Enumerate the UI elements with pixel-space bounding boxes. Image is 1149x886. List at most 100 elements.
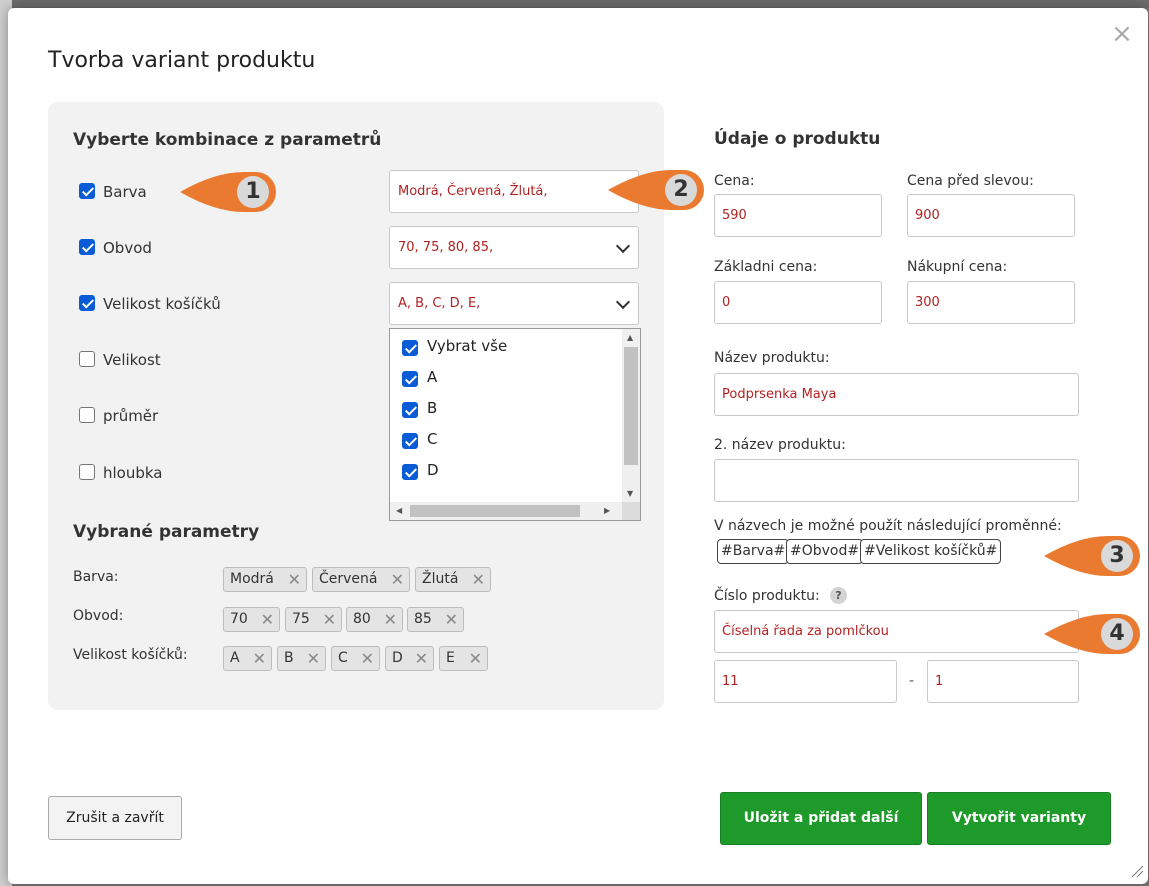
number-suffix-input[interactable]: 1 <box>927 660 1079 703</box>
product-name-label: Název produktu: <box>714 350 830 366</box>
variable-barva[interactable]: #Barva# <box>717 539 790 564</box>
tag-b: B ✕ <box>277 646 326 671</box>
remove-icon[interactable]: ✕ <box>323 608 336 631</box>
product-name2-input[interactable] <box>714 459 1079 502</box>
param-row-hloubka: hloubka <box>79 464 163 484</box>
scroll-right-icon[interactable]: ▶ <box>604 506 610 515</box>
checkbox-barva[interactable] <box>79 183 95 199</box>
marker-number: 2 <box>665 174 697 206</box>
tag-label: 70 <box>230 611 248 627</box>
scroll-thumb[interactable] <box>624 347 638 465</box>
number-separator: - <box>909 673 915 689</box>
tag-label: A <box>230 650 240 666</box>
create-variants-button[interactable]: Vytvořit varianty <box>927 792 1111 845</box>
param-label: hloubka <box>103 464 163 482</box>
checkbox-obvod[interactable] <box>79 239 95 255</box>
scrollbar-corner <box>622 502 640 520</box>
param-row-prumer: průměr <box>79 407 158 427</box>
tag-label: D <box>392 650 403 666</box>
param-row-barva: Barva <box>79 183 147 203</box>
select-value: 70, 75, 80, 85, <box>398 240 494 255</box>
checkbox[interactable] <box>402 371 418 387</box>
tag-zluta: Žlutá ✕ <box>415 567 491 592</box>
marker-number: 4 <box>1101 618 1133 650</box>
tag-c: C ✕ <box>331 646 380 671</box>
tag-label: Červená <box>319 571 378 587</box>
remove-icon[interactable]: ✕ <box>384 608 397 631</box>
save-add-button[interactable]: Uložit a přidat další <box>720 792 922 845</box>
resize-grip-icon[interactable] <box>1130 864 1144 878</box>
scroll-left-icon[interactable]: ◀ <box>396 506 402 515</box>
number-start-input[interactable]: 11 <box>714 660 897 703</box>
select-barva[interactable]: Modrá, Červená, Žlutá, <box>389 170 639 213</box>
remove-icon[interactable]: ✕ <box>469 647 482 670</box>
remove-icon[interactable]: ✕ <box>472 568 485 591</box>
vertical-scrollbar[interactable]: ▲ ▼ <box>622 329 640 503</box>
base-price-input[interactable]: 0 <box>714 281 882 324</box>
scroll-down-icon[interactable]: ▼ <box>627 489 633 498</box>
checkbox-velikost-kosicku[interactable] <box>79 295 95 311</box>
option-label: B <box>427 399 438 417</box>
horizontal-scrollbar[interactable]: ◀ ▶ <box>390 502 622 520</box>
product-number-mode-select[interactable]: Číselná řada za pomlčkou <box>714 610 1079 653</box>
select-velikost-kosicku[interactable]: A, B, C, D, E, <box>389 282 639 325</box>
base-price-label: Základni cena: <box>714 259 818 275</box>
remove-icon[interactable]: ✕ <box>288 568 301 591</box>
marker-3: 3 <box>1044 534 1142 578</box>
help-icon[interactable]: ? <box>830 587 847 604</box>
checkbox[interactable] <box>402 464 418 480</box>
cancel-close-button[interactable]: Zrušit a zavřít <box>48 796 182 840</box>
close-icon[interactable]: × <box>1110 21 1134 47</box>
param-label: Barva <box>103 183 147 201</box>
price-before-label: Cena před slevou: <box>907 173 1034 189</box>
tag-70: 70 ✕ <box>223 607 280 632</box>
variant-dialog: Tvorba variant produktu × Vyberte kombin… <box>8 8 1148 884</box>
tag-80: 80 ✕ <box>346 607 403 632</box>
param-label: Velikost <box>103 351 161 369</box>
tag-cervena: Červená ✕ <box>312 567 410 592</box>
purchase-price-input[interactable]: 300 <box>907 281 1075 324</box>
select-value: Modrá, Červená, Žlutá, <box>398 184 548 199</box>
tag-a: A ✕ <box>223 646 272 671</box>
product-name-input[interactable]: Podprsenka Maya <box>714 373 1079 416</box>
price-before-input[interactable]: 900 <box>907 194 1075 237</box>
select-obvod[interactable]: 70, 75, 80, 85, <box>389 226 639 269</box>
price-input[interactable]: 590 <box>714 194 882 237</box>
checkbox[interactable] <box>402 433 418 449</box>
selected-group-label: Obvod: <box>73 608 124 624</box>
remove-icon[interactable]: ✕ <box>261 608 274 631</box>
checkbox[interactable] <box>402 402 418 418</box>
tag-e: E ✕ <box>439 646 488 671</box>
chevron-down-icon <box>615 238 631 254</box>
velikost-kosicku-dropdown[interactable]: Vybrat vše A B C D E ▲ ▼ ◀ <box>389 328 641 521</box>
scroll-thumb[interactable] <box>410 505 580 517</box>
variable-obvod[interactable]: #Obvod# <box>786 539 864 564</box>
product-heading: Údaje o produktu <box>714 129 881 149</box>
checkbox-prumer[interactable] <box>79 407 95 423</box>
checkbox-hloubka[interactable] <box>79 464 95 480</box>
checkbox[interactable] <box>402 340 418 356</box>
param-label: Velikost košíčků <box>103 295 221 313</box>
option-label: Vybrat vše <box>427 337 508 355</box>
remove-icon[interactable]: ✕ <box>391 568 404 591</box>
marker-2: 2 <box>608 168 706 212</box>
marker-number: 3 <box>1101 540 1133 572</box>
remove-icon[interactable]: ✕ <box>415 647 428 670</box>
remove-icon[interactable]: ✕ <box>253 647 266 670</box>
selected-group-label: Barva: <box>73 569 119 585</box>
tag-d: D ✕ <box>385 646 434 671</box>
param-row-velikost: Velikost <box>79 351 161 371</box>
marker-1: 1 <box>180 170 278 214</box>
remove-icon[interactable]: ✕ <box>445 608 458 631</box>
scroll-up-icon[interactable]: ▲ <box>627 333 633 342</box>
marker-4: 4 <box>1044 612 1142 656</box>
checkbox-velikost[interactable] <box>79 351 95 367</box>
tag-label: 75 <box>292 611 310 627</box>
select-value: A, B, C, D, E, <box>398 296 481 311</box>
remove-icon[interactable]: ✕ <box>361 647 374 670</box>
purchase-price-label: Nákupní cena: <box>907 259 1008 275</box>
variable-velikost-kosicku[interactable]: #Velikost košíčků# <box>860 539 1002 564</box>
tag-label: B <box>284 650 294 666</box>
option-label: A <box>427 368 438 386</box>
remove-icon[interactable]: ✕ <box>307 647 320 670</box>
